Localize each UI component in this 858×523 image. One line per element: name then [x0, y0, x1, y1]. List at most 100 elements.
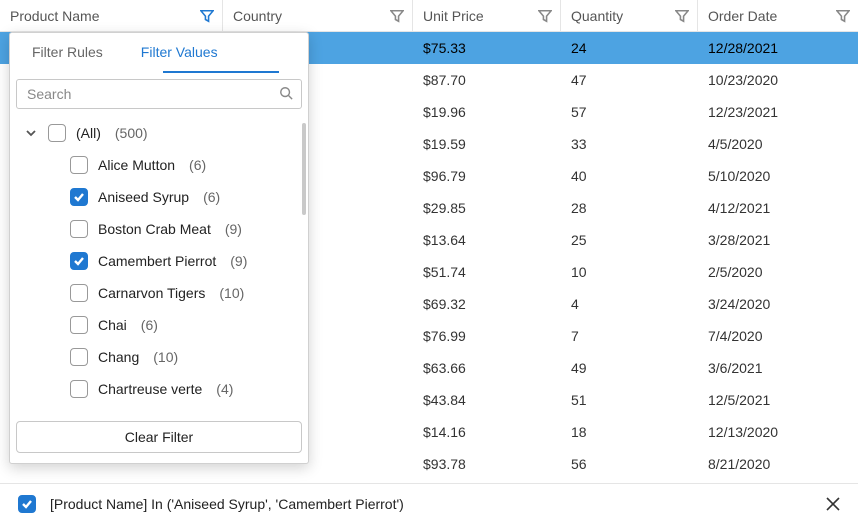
filter-value-label: Carnarvon Tigers — [98, 285, 205, 301]
cell: 4 — [561, 288, 698, 320]
filter-icon[interactable] — [675, 9, 689, 23]
cell: $87.70 — [413, 64, 561, 96]
cell: 25 — [561, 224, 698, 256]
cell: 2/5/2020 — [698, 256, 858, 288]
filter-value-label: Alice Mutton — [98, 157, 175, 173]
search-icon — [279, 86, 293, 103]
filter-value-count: (6) — [189, 157, 206, 173]
column-header-label: Product Name — [10, 8, 99, 24]
cell: 47 — [561, 64, 698, 96]
filter-enabled-checkbox[interactable] — [18, 495, 36, 513]
filter-value-count: (6) — [203, 189, 220, 205]
cell: 28 — [561, 192, 698, 224]
cell: 3/28/2021 — [698, 224, 858, 256]
tab-underline — [163, 71, 279, 73]
column-header-order-date[interactable]: Order Date — [698, 0, 858, 31]
clear-filter-button[interactable]: Clear Filter — [16, 421, 302, 453]
cell: $69.32 — [413, 288, 561, 320]
filter-value-item[interactable]: Camembert Pierrot (9) — [16, 245, 306, 277]
checkbox[interactable] — [70, 252, 88, 270]
scrollbar[interactable] — [302, 123, 306, 215]
column-header-unit-price[interactable]: Unit Price — [413, 0, 561, 31]
filter-popup-tabs: Filter Rules Filter Values — [10, 33, 308, 73]
filter-value-item[interactable]: Aniseed Syrup(6) — [16, 181, 306, 213]
column-header-label: Unit Price — [423, 8, 484, 24]
cell: $93.78 — [413, 448, 561, 480]
filter-value-count: (9) — [230, 253, 247, 269]
checkbox[interactable] — [70, 348, 88, 366]
cell: 10/23/2020 — [698, 64, 858, 96]
cell: 56 — [561, 448, 698, 480]
cell: 3/24/2020 — [698, 288, 858, 320]
cell: 12/23/2021 — [698, 96, 858, 128]
cell: 4/5/2020 — [698, 128, 858, 160]
cell: 12/28/2021 — [698, 32, 858, 64]
search-input[interactable] — [27, 86, 279, 102]
column-header-product-name[interactable]: Product Name — [0, 0, 223, 31]
cell: 40 — [561, 160, 698, 192]
cell: 12/5/2021 — [698, 384, 858, 416]
cell: 4/12/2021 — [698, 192, 858, 224]
filter-all-count: (500) — [115, 125, 148, 141]
checkbox[interactable] — [70, 284, 88, 302]
filter-value-count: (6) — [141, 317, 158, 333]
checkbox[interactable] — [70, 220, 88, 238]
checkbox[interactable] — [70, 156, 88, 174]
cell: 33 — [561, 128, 698, 160]
filter-value-item[interactable]: Chang (10) — [16, 341, 306, 373]
checkbox[interactable] — [48, 124, 66, 142]
cell: $43.84 — [413, 384, 561, 416]
filter-values-tree: (All) (500) Alice Mutton(6)Aniseed Syrup… — [10, 117, 308, 413]
filter-value-label: Chang — [98, 349, 139, 365]
filter-value-item[interactable]: Chai (6) — [16, 309, 306, 341]
filter-icon[interactable] — [200, 9, 214, 23]
filter-value-count: (10) — [153, 349, 178, 365]
cell: 10 — [561, 256, 698, 288]
column-header-label: Country — [233, 8, 282, 24]
cell: $76.99 — [413, 320, 561, 352]
chevron-down-icon[interactable] — [24, 126, 38, 140]
checkbox[interactable] — [70, 188, 88, 206]
cell: 51 — [561, 384, 698, 416]
tab-filter-rules[interactable]: Filter Rules — [32, 44, 103, 62]
filter-value-item[interactable]: Carnarvon Tigers (10) — [16, 277, 306, 309]
checkbox[interactable] — [70, 380, 88, 398]
filter-all-row[interactable]: (All) (500) — [16, 117, 306, 149]
cell: 12/13/2020 — [698, 416, 858, 448]
column-header-quantity[interactable]: Quantity — [561, 0, 698, 31]
filter-value-label: Chartreuse verte — [98, 381, 202, 397]
cell: 8/21/2020 — [698, 448, 858, 480]
column-header-label: Order Date — [708, 8, 777, 24]
filter-popup: Filter Rules Filter Values (All) (500) A… — [9, 32, 309, 464]
tab-filter-values[interactable]: Filter Values — [141, 44, 218, 62]
cell: $13.64 — [413, 224, 561, 256]
filter-value-item[interactable]: Chartreuse verte(4) — [16, 373, 306, 405]
filter-popup-footer: Clear Filter — [10, 413, 308, 463]
cell: $51.74 — [413, 256, 561, 288]
cell: 24 — [561, 32, 698, 64]
filter-expression: [Product Name] In ('Aniseed Syrup', 'Cam… — [50, 496, 824, 512]
close-icon[interactable] — [824, 495, 842, 513]
filter-value-item[interactable]: Boston Crab Meat(9) — [16, 213, 306, 245]
active-filter-bar: [Product Name] In ('Aniseed Syrup', 'Cam… — [0, 483, 858, 523]
filter-all-label: (All) — [76, 125, 101, 141]
filter-value-label: Camembert Pierrot — [98, 253, 216, 269]
filter-icon[interactable] — [390, 9, 404, 23]
cell: $19.59 — [413, 128, 561, 160]
filter-value-count: (10) — [219, 285, 244, 301]
cell: $14.16 — [413, 416, 561, 448]
filter-icon[interactable] — [836, 9, 850, 23]
cell: $29.85 — [413, 192, 561, 224]
cell: $75.33 — [413, 32, 561, 64]
filter-icon[interactable] — [538, 9, 552, 23]
filter-value-item[interactable]: Alice Mutton (6) — [16, 149, 306, 181]
cell: 18 — [561, 416, 698, 448]
cell: 7/4/2020 — [698, 320, 858, 352]
filter-search-box[interactable] — [16, 79, 302, 109]
filter-value-label: Chai — [98, 317, 127, 333]
cell: 7 — [561, 320, 698, 352]
column-header-label: Quantity — [571, 8, 623, 24]
filter-value-label: Boston Crab Meat — [98, 221, 211, 237]
column-header-country[interactable]: Country — [223, 0, 413, 31]
checkbox[interactable] — [70, 316, 88, 334]
